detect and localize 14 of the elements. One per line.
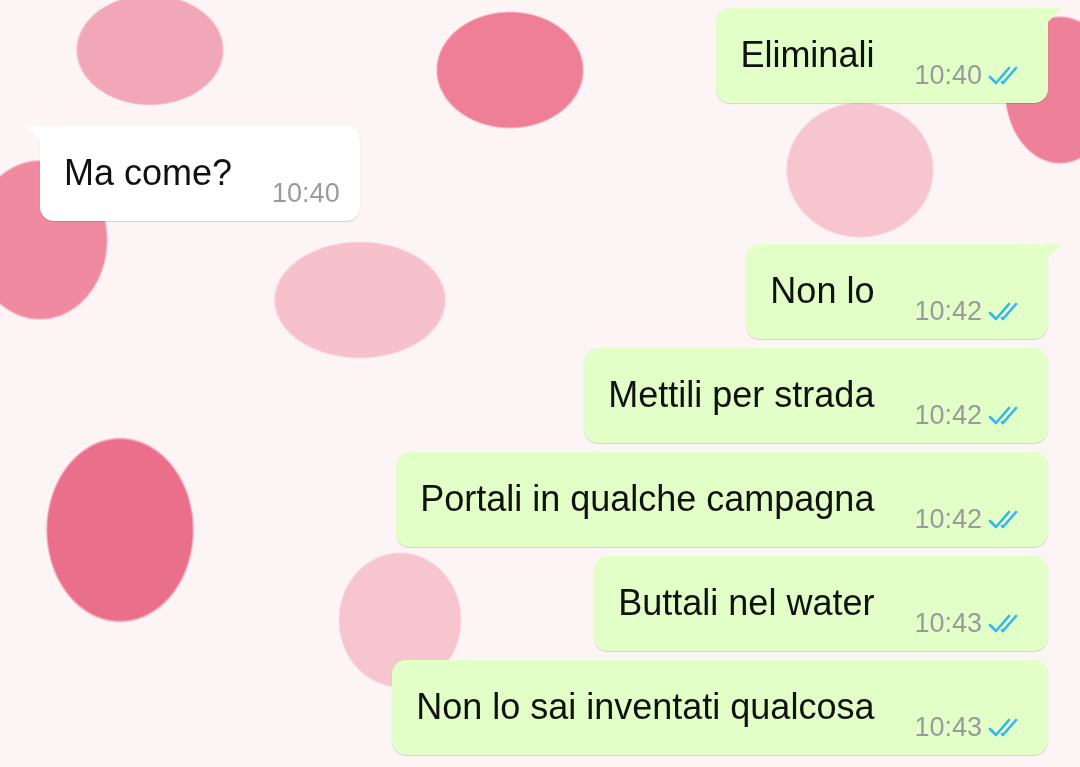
message-text: Mettili per strada — [608, 374, 875, 416]
message-time: 10:42 — [914, 296, 982, 327]
message-time: 10:40 — [272, 178, 340, 209]
message-text: Buttali nel water — [618, 582, 875, 624]
message-time: 10:43 — [914, 712, 982, 743]
message-text: Ma come? — [64, 152, 233, 194]
message-time: 10:43 — [914, 608, 982, 639]
message-text: Eliminali — [740, 34, 875, 76]
message-text: Non lo — [770, 270, 875, 312]
message-time: 10:42 — [914, 400, 982, 431]
message-time: 10:40 — [914, 60, 982, 91]
message-time: 10:42 — [914, 504, 982, 535]
message-text: Non lo sai inventati qualcosa — [416, 686, 875, 728]
message-text: Portali in qualche campagna — [420, 478, 875, 520]
